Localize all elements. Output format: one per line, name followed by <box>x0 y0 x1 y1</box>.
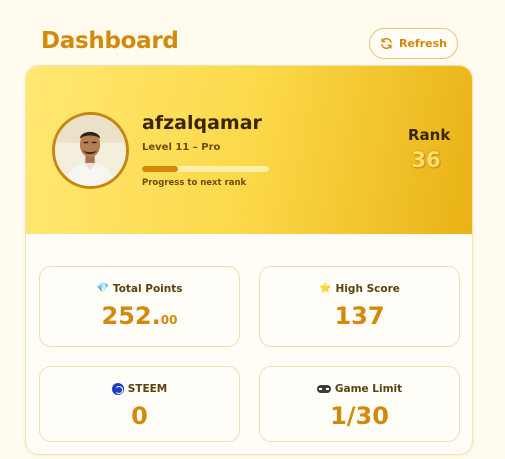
gamepad-icon <box>316 385 331 393</box>
level-label: Level 11 – Pro <box>142 142 221 153</box>
stat-title: STEEM <box>127 383 168 395</box>
rank-progress-bar <box>142 166 269 172</box>
stat-value: 0 <box>131 402 148 430</box>
stat-card-steem: STEEM 0 <box>39 366 240 442</box>
gem-icon: 💎 <box>96 283 109 294</box>
total-points-integer: 252. <box>101 302 161 330</box>
stat-value: 137 <box>334 302 385 330</box>
stat-title: Game Limit <box>334 383 403 395</box>
username: afzalqamar <box>142 112 262 134</box>
stat-value: 252.00 <box>40 302 239 330</box>
avatar-photo <box>55 115 126 186</box>
profile-banner: afzalqamar Level 11 – Pro Progress to ne… <box>26 66 472 234</box>
rank-label: Rank <box>408 126 451 144</box>
refresh-button[interactable]: Refresh <box>369 28 458 59</box>
steem-icon <box>111 383 124 395</box>
rank-value: 36 <box>411 148 441 172</box>
refresh-icon <box>381 38 392 49</box>
refresh-label: Refresh <box>399 37 447 50</box>
stat-card-game-limit: Game Limit 1/30 <box>259 366 460 442</box>
stat-title: Total Points <box>112 283 183 295</box>
progress-label: Progress to next rank <box>142 178 247 188</box>
stat-card-total-points: 💎 Total Points 252.00 <box>39 266 240 347</box>
star-icon: ⭐ <box>319 283 332 294</box>
total-points-decimal: 00 <box>160 313 178 327</box>
page-title: Dashboard <box>41 28 179 54</box>
stat-card-high-score: ⭐ High Score 137 <box>259 266 460 347</box>
dashboard-card: afzalqamar Level 11 – Pro Progress to ne… <box>25 65 473 455</box>
rank-progress-fill <box>142 166 178 172</box>
avatar[interactable] <box>52 112 129 189</box>
stat-title: High Score <box>335 283 400 295</box>
stat-value: 1/30 <box>330 402 389 430</box>
